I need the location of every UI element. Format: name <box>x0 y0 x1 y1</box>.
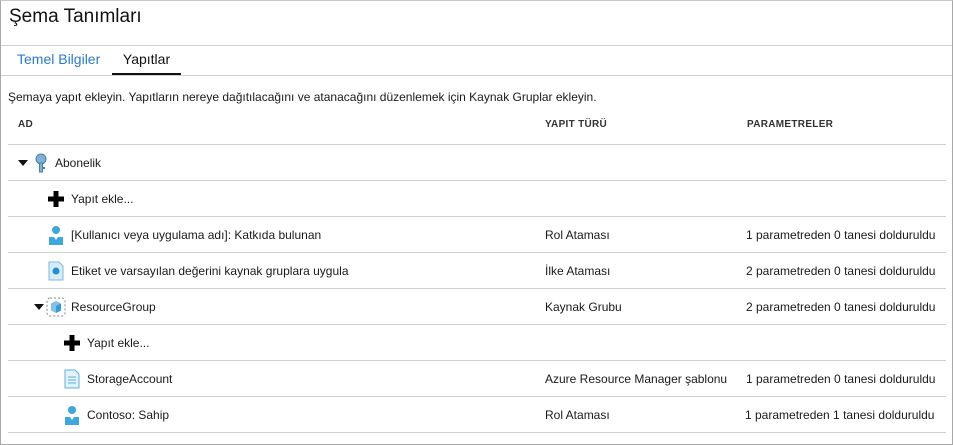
expand-caret-icon[interactable] <box>34 304 44 310</box>
plus-icon <box>64 335 80 351</box>
page-title: Şema Tanımları <box>9 6 142 27</box>
table-row[interactable]: StorageAccount Azure Resource Manager şa… <box>8 360 946 396</box>
row-name: Contoso: Sahip <box>87 408 170 422</box>
table-row[interactable]: Contoso: Sahip Rol Ataması 1 parametrede… <box>8 396 946 432</box>
row-name: Abonelik <box>55 156 102 170</box>
table-row[interactable]: [Kullanıcı veya uygulama adı]: Katkıda b… <box>8 216 946 252</box>
expand-caret-icon[interactable] <box>18 160 28 166</box>
row-params: 1 parametreden 0 tanesi dolduruldu <box>746 372 936 386</box>
divider <box>1 75 952 76</box>
row-type: Kaynak Grubu <box>545 300 622 314</box>
row-params: 1 parametreden 1 tanesi dolduruldu <box>745 408 935 422</box>
row-name: StorageAccount <box>87 372 173 386</box>
row-type: İlke Ataması <box>545 264 611 278</box>
policy-icon <box>48 261 64 281</box>
divider <box>1 45 952 46</box>
row-type: Rol Ataması <box>545 228 610 242</box>
key-icon <box>35 153 47 173</box>
user-icon <box>49 226 63 245</box>
row-params: 1 parametreden 0 tanesi dolduruldu <box>746 228 936 242</box>
divider <box>8 432 946 433</box>
plus-icon <box>48 191 64 207</box>
tab-yapitlar[interactable]: Yapıtlar <box>112 51 181 75</box>
table-row[interactable]: Abonelik <box>8 144 946 180</box>
column-header-params: PARAMETRELER <box>747 119 834 130</box>
description: Şemaya yapıt ekleyin. Yapıtların nereye … <box>8 90 597 104</box>
table-row[interactable]: Yapıt ekle... <box>8 324 946 360</box>
column-header-name: AD <box>18 119 34 130</box>
row-params: 2 parametreden 0 tanesi dolduruldu <box>746 264 936 278</box>
table-row[interactable]: Yapıt ekle... <box>8 180 946 216</box>
row-name: Etiket ve varsayılan değerini kaynak gru… <box>71 264 349 278</box>
tab-temel-bilgiler[interactable]: Temel Bilgiler <box>17 51 100 75</box>
add-artifact-link[interactable]: Yapıt ekle... <box>87 336 149 350</box>
table-row[interactable]: ResourceGroup Kaynak Grubu 2 parametrede… <box>8 288 946 324</box>
column-header-type: YAPIT TÜRÜ <box>545 119 608 130</box>
row-type: Rol Ataması <box>545 408 610 422</box>
template-icon <box>64 369 80 389</box>
row-name: [Kullanıcı veya uygulama adı]: Katkıda b… <box>71 228 322 242</box>
row-type: Azure Resource Manager şablonu <box>545 372 728 386</box>
row-params: 2 parametreden 0 tanesi dolduruldu <box>746 300 936 314</box>
row-name: ResourceGroup <box>71 300 156 314</box>
resource-group-icon <box>46 297 66 317</box>
table-row[interactable]: Etiket ve varsayılan değerini kaynak gru… <box>8 252 946 288</box>
user-icon <box>65 406 79 425</box>
add-artifact-link[interactable]: Yapıt ekle... <box>71 192 133 206</box>
